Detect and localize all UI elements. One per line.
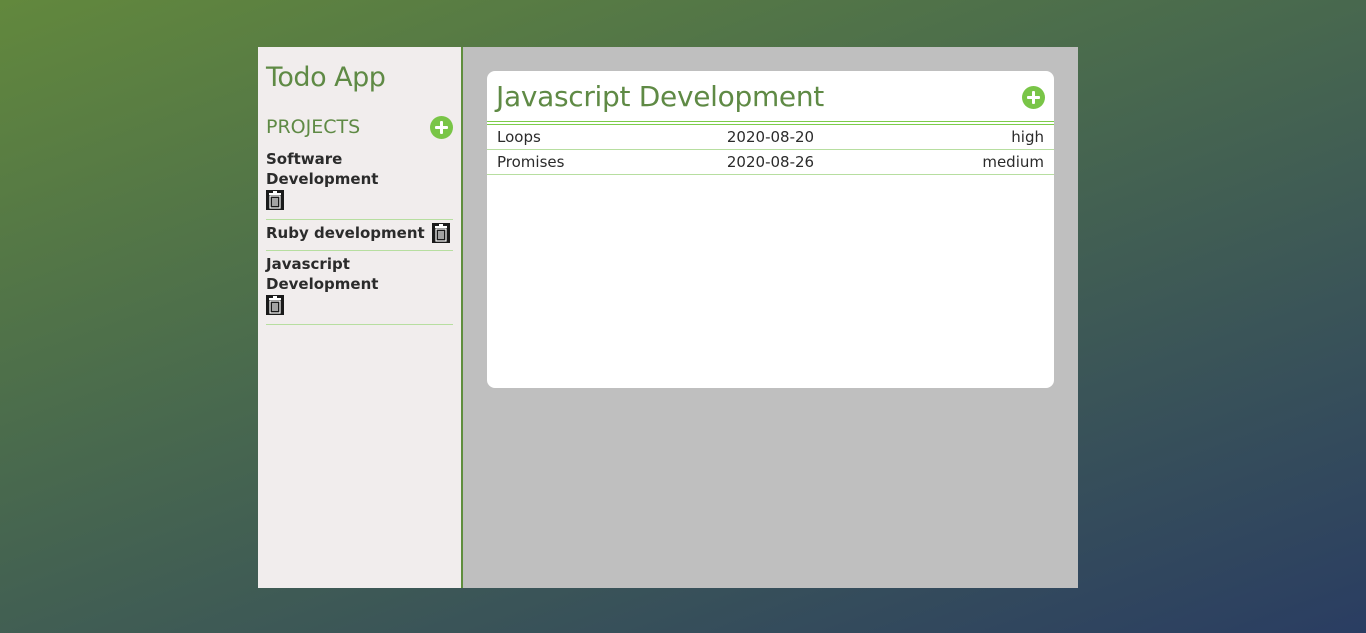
project-list: Software Development Ruby development Ja… bbox=[266, 145, 453, 325]
app-window: Todo App PROJECTS Software Development R… bbox=[258, 47, 1078, 588]
todo-row[interactable]: Promises 2020-08-26 medium bbox=[487, 150, 1054, 175]
project-name: Ruby development bbox=[266, 223, 425, 242]
project-item[interactable]: Software Development bbox=[266, 145, 453, 220]
todo-date: 2020-08-20 bbox=[726, 128, 815, 146]
project-name: Software Development bbox=[266, 150, 379, 188]
projects-label: PROJECTS bbox=[266, 116, 361, 138]
delete-project-trash-icon[interactable] bbox=[266, 189, 284, 210]
todo-priority: high bbox=[1011, 128, 1044, 146]
todo-date: 2020-08-26 bbox=[726, 153, 815, 171]
project-name: Javascript Development bbox=[266, 255, 379, 293]
project-item[interactable]: Ruby development bbox=[266, 220, 453, 251]
app-title: Todo App bbox=[266, 62, 386, 93]
todo-priority: medium bbox=[982, 153, 1044, 171]
project-card-header: Javascript Development bbox=[487, 71, 1054, 125]
project-title: Javascript Development bbox=[496, 80, 824, 113]
todo-title: Loops bbox=[497, 128, 541, 146]
todo-row[interactable]: Loops 2020-08-20 high bbox=[487, 125, 1054, 150]
add-project-button[interactable] bbox=[430, 115, 453, 139]
todo-title: Promises bbox=[497, 153, 565, 171]
projects-header: PROJECTS bbox=[266, 115, 453, 139]
main-panel: Javascript Development Loops 2020-08-20 … bbox=[463, 47, 1078, 588]
delete-project-trash-icon[interactable] bbox=[266, 294, 284, 315]
project-card: Javascript Development Loops 2020-08-20 … bbox=[487, 71, 1054, 388]
project-item[interactable]: Javascript Development bbox=[266, 251, 453, 325]
add-todo-button[interactable] bbox=[1022, 85, 1045, 109]
delete-project-trash-icon[interactable] bbox=[431, 223, 450, 243]
sidebar: Todo App PROJECTS Software Development R… bbox=[258, 47, 463, 588]
